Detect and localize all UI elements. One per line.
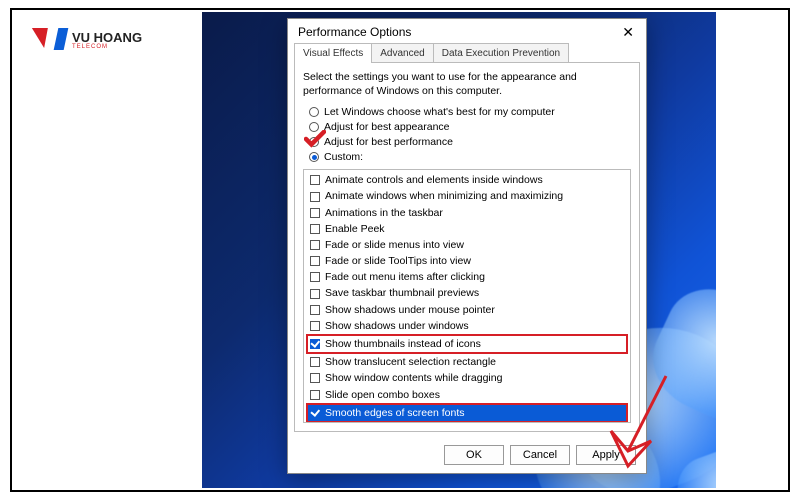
red-highlight-box: Smooth edges of screen fonts bbox=[306, 403, 628, 423]
checkbox-icon[interactable] bbox=[310, 390, 320, 400]
option-label: Enable Peek bbox=[325, 222, 385, 236]
option-label: Animations in the taskbar bbox=[325, 206, 443, 220]
visual-effects-panel: Select the settings you want to use for … bbox=[294, 62, 640, 432]
checkbox-icon[interactable] bbox=[310, 175, 320, 185]
checkbox-icon[interactable] bbox=[310, 256, 320, 266]
red-check-annotation-icon bbox=[304, 130, 326, 151]
option-label: Animate windows when minimizing and maxi… bbox=[325, 189, 563, 203]
option-row[interactable]: Animations in the taskbar bbox=[308, 205, 626, 221]
option-row[interactable]: Show thumbnails instead of icons bbox=[308, 336, 626, 352]
tutorial-frame: VU HOANG TELECOM Performance Options ✕ V… bbox=[10, 8, 790, 492]
radio-dot-icon bbox=[309, 107, 319, 117]
checkbox-icon[interactable] bbox=[310, 208, 320, 218]
close-button[interactable]: ✕ bbox=[618, 25, 638, 39]
option-row[interactable]: Show shadows under mouse pointer bbox=[308, 302, 626, 318]
tab-advanced[interactable]: Advanced bbox=[371, 43, 433, 63]
option-row[interactable]: Save taskbar thumbnail previews bbox=[308, 285, 626, 301]
tab-visual-effects[interactable]: Visual Effects bbox=[294, 43, 372, 63]
checkbox-icon[interactable] bbox=[310, 357, 320, 367]
apply-button[interactable]: Apply bbox=[576, 445, 636, 465]
option-label: Animate controls and elements inside win… bbox=[325, 173, 543, 187]
option-row[interactable]: Animate windows when minimizing and maxi… bbox=[308, 188, 626, 204]
performance-options-dialog: Performance Options ✕ Visual Effects Adv… bbox=[287, 18, 647, 474]
checkbox-icon[interactable] bbox=[310, 272, 320, 282]
option-row[interactable]: Enable Peek bbox=[308, 221, 626, 237]
radio-dot-icon bbox=[309, 152, 319, 162]
checkbox-icon[interactable] bbox=[310, 339, 320, 349]
option-label: Fade or slide menus into view bbox=[325, 238, 464, 252]
radio-1[interactable]: Adjust for best appearance bbox=[309, 121, 631, 133]
option-label: Show translucent selection rectangle bbox=[325, 355, 496, 369]
radio-3[interactable]: Custom: bbox=[309, 151, 631, 163]
tab-dep[interactable]: Data Execution Prevention bbox=[433, 43, 569, 63]
option-label: Fade out menu items after clicking bbox=[325, 270, 485, 284]
option-row[interactable]: Show window contents while dragging bbox=[308, 370, 626, 386]
option-row[interactable]: Animate controls and elements inside win… bbox=[308, 172, 626, 188]
option-label: Show thumbnails instead of icons bbox=[325, 337, 481, 351]
radio-2[interactable]: Adjust for best performance bbox=[309, 136, 631, 148]
option-row[interactable]: Slide open combo boxes bbox=[308, 387, 626, 403]
radio-label: Custom: bbox=[324, 151, 363, 163]
option-label: Show shadows under windows bbox=[325, 319, 469, 333]
red-highlight-box: Show thumbnails instead of icons bbox=[306, 334, 628, 354]
option-row[interactable]: Show shadows under windows bbox=[308, 318, 626, 334]
instruction-text: Select the settings you want to use for … bbox=[303, 71, 631, 98]
option-label: Slide open combo boxes bbox=[325, 388, 440, 402]
radio-label: Let Windows choose what's best for my co… bbox=[324, 106, 555, 118]
option-row[interactable]: Fade or slide ToolTips into view bbox=[308, 253, 626, 269]
ok-button[interactable]: OK bbox=[444, 445, 504, 465]
radio-0[interactable]: Let Windows choose what's best for my co… bbox=[309, 106, 631, 118]
option-label: Save taskbar thumbnail previews bbox=[325, 286, 479, 300]
option-label: Smooth edges of screen fonts bbox=[325, 406, 465, 420]
checkbox-icon[interactable] bbox=[310, 224, 320, 234]
checkbox-icon[interactable] bbox=[310, 373, 320, 383]
cancel-button[interactable]: Cancel bbox=[510, 445, 570, 465]
dialog-title: Performance Options bbox=[298, 25, 411, 39]
checkbox-icon[interactable] bbox=[310, 305, 320, 315]
checkbox-icon[interactable] bbox=[310, 289, 320, 299]
option-label: Fade or slide ToolTips into view bbox=[325, 254, 471, 268]
option-row[interactable]: Show translucent selection rectangle bbox=[308, 354, 626, 370]
checkbox-icon[interactable] bbox=[310, 240, 320, 250]
logo-name: VU HOANG bbox=[72, 31, 142, 44]
windows-desktop: Performance Options ✕ Visual Effects Adv… bbox=[202, 12, 716, 488]
visual-effects-listbox[interactable]: Animate controls and elements inside win… bbox=[303, 169, 631, 423]
option-row[interactable]: Smooth edges of screen fonts bbox=[308, 405, 626, 421]
option-row[interactable]: Fade out menu items after clicking bbox=[308, 269, 626, 285]
checkbox-icon[interactable] bbox=[310, 192, 320, 202]
dialog-button-bar: OK Cancel Apply bbox=[288, 439, 646, 473]
dialog-tabs: Visual Effects Advanced Data Execution P… bbox=[288, 43, 646, 63]
option-label: Show window contents while dragging bbox=[325, 371, 502, 385]
checkbox-icon[interactable] bbox=[310, 408, 320, 418]
radio-label: Adjust for best performance bbox=[324, 136, 453, 148]
radio-label: Adjust for best appearance bbox=[324, 121, 450, 133]
option-label: Show shadows under mouse pointer bbox=[325, 303, 495, 317]
dialog-titlebar: Performance Options ✕ bbox=[288, 19, 646, 43]
checkbox-icon[interactable] bbox=[310, 321, 320, 331]
logo-mark-icon bbox=[32, 26, 68, 54]
option-row[interactable]: Fade or slide menus into view bbox=[308, 237, 626, 253]
vuhoang-logo: VU HOANG TELECOM bbox=[32, 26, 142, 54]
